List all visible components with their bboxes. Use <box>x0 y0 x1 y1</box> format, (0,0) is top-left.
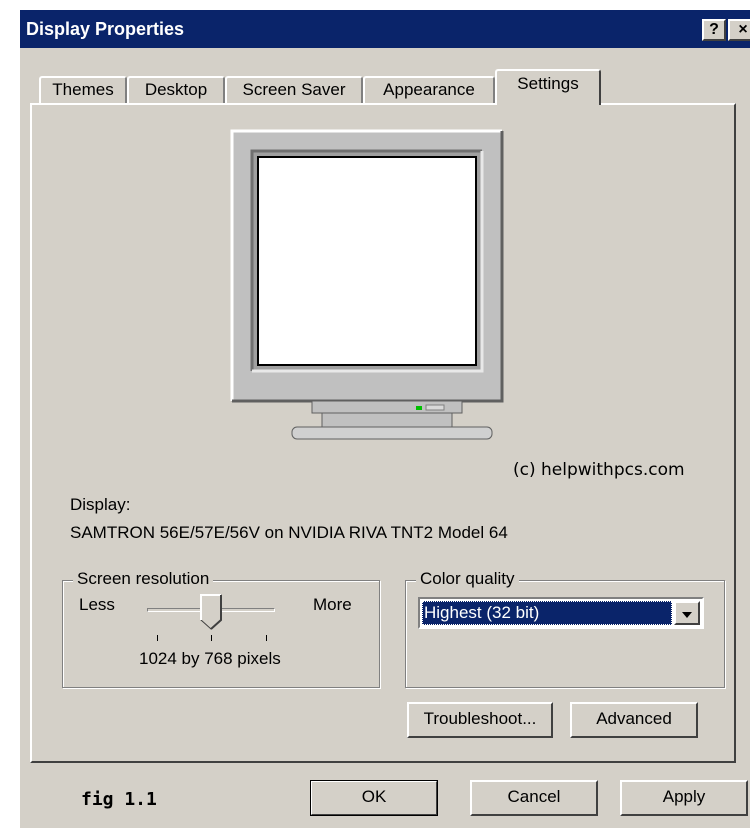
close-button[interactable]: × <box>728 19 750 41</box>
resolution-value: 1024 by 768 pixels <box>139 649 281 668</box>
advanced-button[interactable]: Advanced <box>570 702 698 738</box>
tab-screen-saver[interactable]: Screen Saver <box>225 76 363 103</box>
color-quality-group: Color quality Highest (32 bit) <box>405 569 725 688</box>
resolution-more-label: More <box>313 595 352 614</box>
figure-caption: fig 1.1 <box>81 789 157 810</box>
screen-resolution-group: Screen resolution Less More 1024 by 768 … <box>62 569 380 688</box>
color-quality-select[interactable]: Highest (32 bit) <box>418 597 704 629</box>
window-title: Display Properties <box>26 19 185 39</box>
settings-panel: (c) helpwithpcs.com Display: SAMTRON 56E… <box>30 103 736 763</box>
resolution-slider-thumb[interactable] <box>200 594 222 630</box>
apply-button[interactable]: Apply <box>620 780 748 816</box>
tab-desktop[interactable]: Desktop <box>127 76 225 103</box>
chevron-down-icon[interactable] <box>674 601 700 625</box>
ok-button[interactable]: OK <box>310 780 438 816</box>
slider-tick <box>157 635 158 641</box>
cancel-button[interactable]: Cancel <box>470 780 598 816</box>
display-device-name: SAMTRON 56E/57E/56V on NVIDIA RIVA TNT2 … <box>70 523 508 542</box>
monitor-icon <box>230 129 504 440</box>
color-quality-value: Highest (32 bit) <box>422 601 672 625</box>
display-label: Display: <box>70 495 131 514</box>
screen-resolution-title: Screen resolution <box>73 569 214 589</box>
title-bar[interactable]: Display Properties ? × <box>20 10 750 48</box>
troubleshoot-button[interactable]: Troubleshoot... <box>407 702 553 738</box>
copyright-text: (c) helpwithpcs.com <box>513 460 685 480</box>
resolution-less-label: Less <box>79 595 115 614</box>
display-properties-window: Display Properties ? × Themes Desktop Sc… <box>19 10 750 828</box>
tab-appearance[interactable]: Appearance <box>363 76 495 103</box>
tab-settings[interactable]: Settings <box>495 69 601 105</box>
tab-themes[interactable]: Themes <box>39 76 127 103</box>
slider-tick <box>211 635 212 641</box>
color-quality-title: Color quality <box>416 569 519 589</box>
slider-tick <box>266 635 267 641</box>
help-button[interactable]: ? <box>702 19 726 41</box>
